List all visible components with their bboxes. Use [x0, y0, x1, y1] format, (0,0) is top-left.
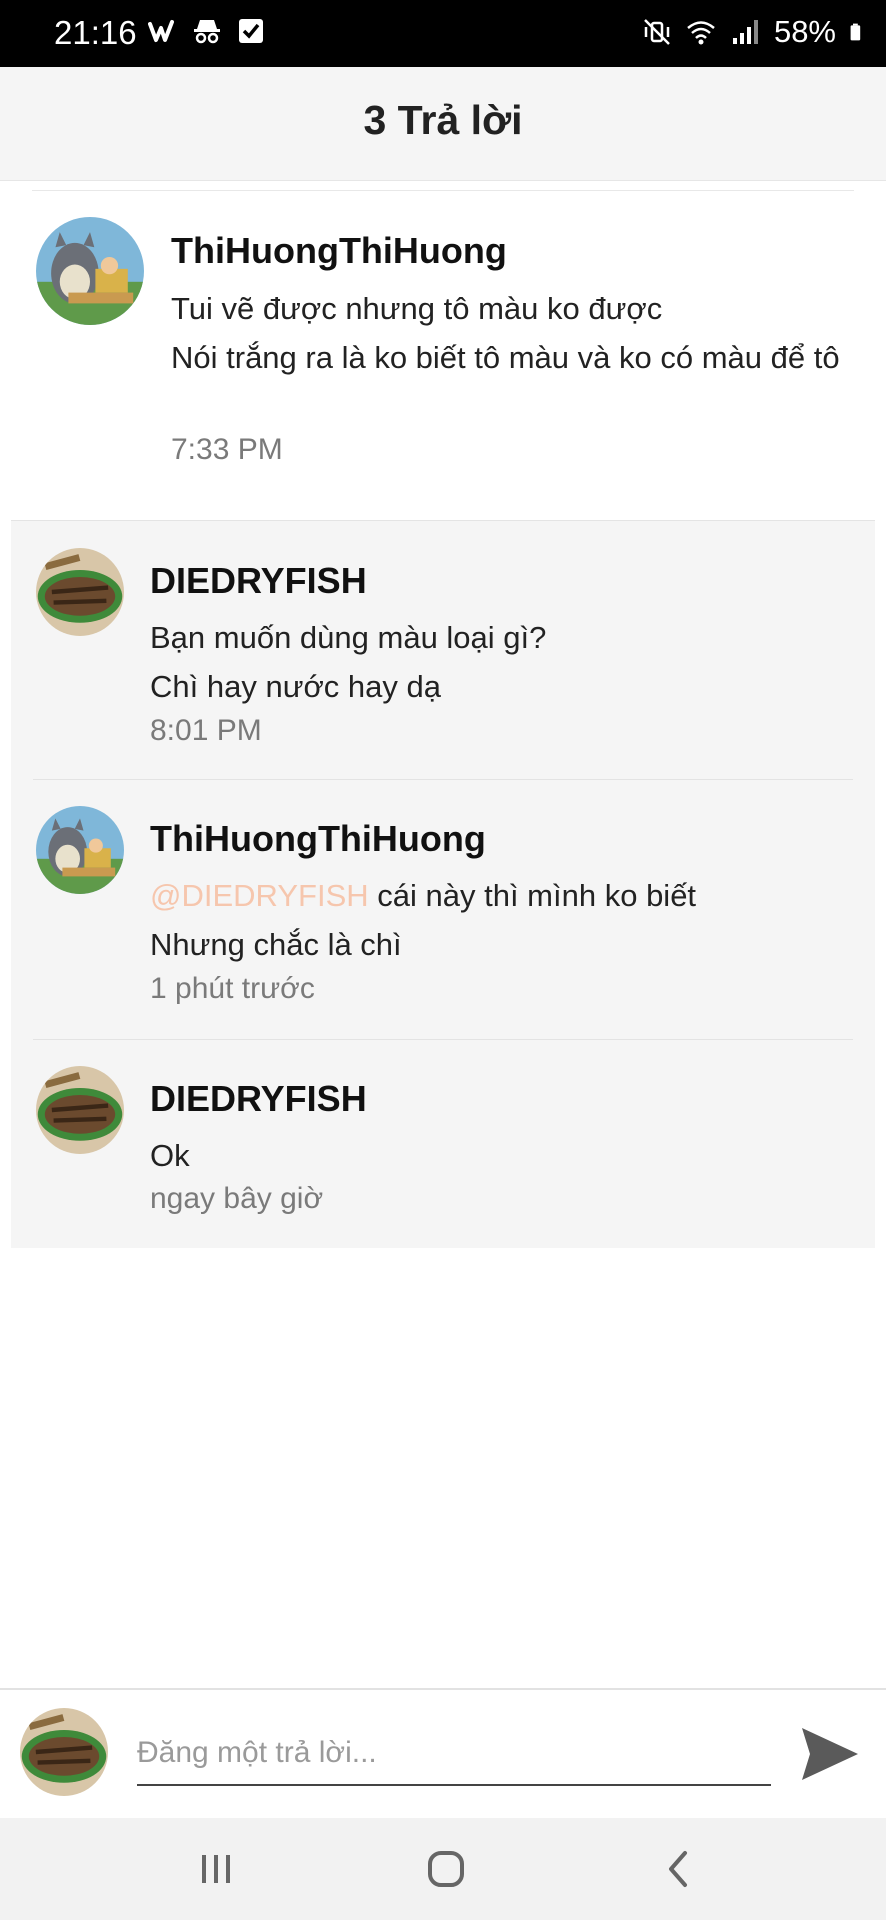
comment-time: 7:33 PM [171, 433, 283, 466]
reply-line-rest: cái này thì mình ko biết [368, 878, 697, 913]
reply-author[interactable]: ThiHuongThiHuong [150, 818, 486, 860]
reply-author[interactable]: DIEDRYFISH [150, 1078, 367, 1120]
totoro-avatar-icon [36, 217, 144, 325]
mention-link[interactable]: @DIEDRYFISH [150, 878, 369, 913]
home-icon [428, 1851, 464, 1887]
system-nav-bar [0, 1818, 886, 1920]
send-icon[interactable] [798, 1722, 862, 1786]
reply-time: 8:01 PM [150, 714, 262, 747]
reply-line: Bạn muốn dùng màu loại gì? [150, 620, 547, 655]
wattpad-icon [148, 20, 174, 42]
original-comment: ThiHuongThiHuong Tui vẽ được nhưng tô mà… [0, 200, 886, 500]
comment-line: Tui vẽ được nhưng tô màu ko được [171, 291, 663, 326]
reply-line: Ok [150, 1138, 190, 1173]
reply-text: @DIEDRYFISH cái này thì mình ko biết Như… [150, 871, 850, 969]
reply-item: ThiHuongThiHuong @DIEDRYFISH cái này thì… [11, 780, 875, 1039]
current-user-avatar [20, 1708, 108, 1796]
mute-vibrate-icon [644, 19, 670, 45]
recent-apps-icon [202, 1855, 230, 1883]
fish-avatar-icon [20, 1708, 108, 1796]
avatar-diedryfish[interactable] [36, 1066, 124, 1154]
reply-time: 1 phút trước [150, 972, 315, 1005]
reply-time: ngay bây giờ [150, 1182, 324, 1215]
totoro-avatar-icon [36, 806, 124, 894]
avatar-thihuong[interactable] [36, 806, 124, 894]
status-time: 21:16 [54, 14, 137, 51]
signal-icon [732, 20, 758, 44]
reply-item: DIEDRYFISH Bạn muốn dùng màu loại gì? Ch… [11, 521, 875, 779]
reply-author[interactable]: DIEDRYFISH [150, 560, 367, 602]
incognito-icon [194, 20, 220, 44]
fish-avatar-icon [36, 548, 124, 636]
avatar-thihuong[interactable] [36, 217, 144, 325]
reply-line: @DIEDRYFISH cái này thì mình ko biết [150, 871, 850, 920]
fish-avatar-icon [36, 1066, 124, 1154]
checkbox-icon [239, 19, 263, 43]
status-bar: 21:16 58% [0, 0, 886, 67]
reply-text: Ok [150, 1131, 850, 1180]
reply-text: Bạn muốn dùng màu loại gì? Chì hay nước … [150, 613, 850, 711]
divider [32, 190, 854, 191]
reply-item: DIEDRYFISH Ok ngay bây giờ [11, 1040, 875, 1248]
header: 3 Trả lời [0, 67, 886, 181]
reply-line: Chì hay nước hay dạ [150, 669, 441, 704]
back-icon [669, 1851, 687, 1887]
back-button[interactable] [650, 1844, 706, 1894]
home-button[interactable] [418, 1844, 474, 1894]
comment-text: Tui vẽ được nhưng tô màu ko được Nói trắ… [171, 284, 861, 382]
battery-icon [850, 23, 861, 41]
avatar-diedryfish[interactable] [36, 548, 124, 636]
reply-input[interactable] [137, 1730, 771, 1786]
comment-line: Nói trắng ra là ko biết tô màu và ko có … [171, 340, 840, 375]
page-title: 3 Trả lời [363, 97, 523, 143]
recent-apps-button[interactable] [188, 1844, 244, 1894]
comment-author[interactable]: ThiHuongThiHuong [171, 230, 507, 272]
reply-composer [0, 1688, 886, 1818]
battery-percent: 58% [773, 14, 836, 49]
reply-line: Nhưng chắc là chì [150, 927, 402, 962]
wifi-icon [687, 21, 715, 45]
replies-list: DIEDRYFISH Bạn muốn dùng màu loại gì? Ch… [11, 520, 875, 1248]
